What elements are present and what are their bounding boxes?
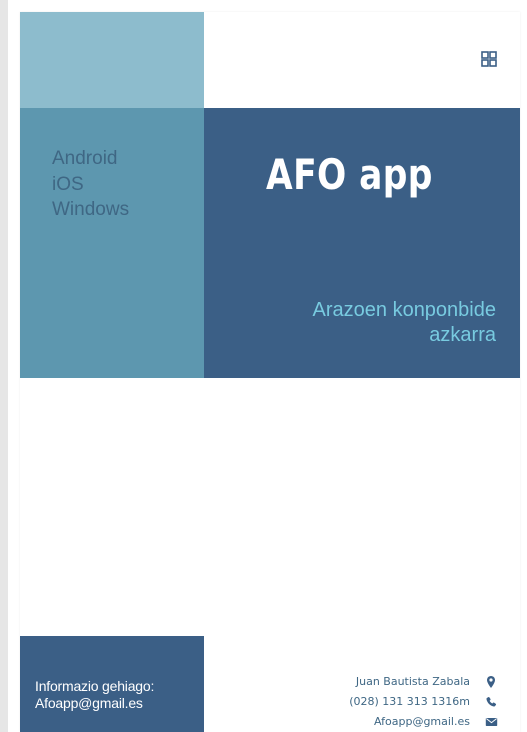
contact-row-name: Juan Bautista Zabala bbox=[349, 672, 498, 692]
mail-icon bbox=[484, 715, 498, 729]
phone-icon bbox=[484, 695, 498, 709]
location-pin-icon bbox=[484, 675, 498, 689]
contact-row-email: Afoapp@gmail.es bbox=[349, 712, 498, 732]
document-viewer: Android iOS Windows AFO app Arazoen konp… bbox=[0, 0, 527, 732]
grid-view-icon[interactable] bbox=[480, 50, 498, 68]
contact-phone: (028) 131 313 1316m bbox=[349, 695, 470, 709]
contact-row-phone: (028) 131 313 1316m bbox=[349, 692, 498, 712]
contact-email: Afoapp@gmail.es bbox=[374, 715, 470, 729]
viewer-left-rail bbox=[0, 0, 8, 732]
platform-ios: iOS bbox=[52, 173, 84, 195]
app-subtitle: Arazoen konponbide azkarra bbox=[246, 298, 496, 348]
top-left-color-block bbox=[20, 12, 204, 108]
platform-android: Android bbox=[52, 148, 118, 169]
contact-name: Juan Bautista Zabala bbox=[355, 675, 470, 689]
platform-list: Android iOS Windows bbox=[52, 146, 129, 223]
subtitle-line-1: Arazoen konponbide bbox=[312, 299, 496, 321]
more-info-text: Informazio gehiago: Afoapp@gmail.es bbox=[35, 678, 200, 712]
more-info-label: Informazio gehiago: bbox=[35, 678, 155, 694]
flyer-page: Android iOS Windows AFO app Arazoen konp… bbox=[20, 12, 520, 732]
contact-list: Juan Bautista Zabala (028) 131 313 1316m bbox=[349, 672, 498, 732]
more-info-email: Afoapp@gmail.es bbox=[35, 694, 143, 711]
platform-windows: Windows bbox=[52, 199, 130, 221]
app-title: AFO app bbox=[266, 150, 433, 199]
subtitle-line-2: azkarra bbox=[429, 324, 496, 346]
